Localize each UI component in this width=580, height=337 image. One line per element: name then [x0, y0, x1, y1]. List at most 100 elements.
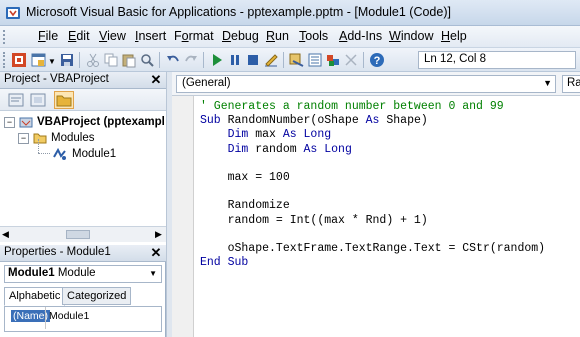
- code-line[interactable]: max = 100: [200, 171, 545, 185]
- object-selector[interactable]: Module1 Module ▼: [4, 265, 162, 283]
- tree-item-module1[interactable]: Module1: [52, 146, 116, 162]
- code-text[interactable]: ' Generates a random number between 0 an…: [200, 100, 545, 270]
- toolbar-grip[interactable]: [3, 52, 7, 68]
- procedure-combo[interactable]: Ran: [562, 75, 580, 93]
- vba-app-icon: [5, 5, 21, 21]
- scroll-left-icon[interactable]: ◀: [2, 229, 9, 240]
- project-pane-header: Project - VBAProject ✕: [0, 72, 166, 89]
- scrollbar-thumb[interactable]: [66, 230, 90, 239]
- menu-grip[interactable]: [3, 30, 7, 44]
- code-comment: ' Generates a random number between 0 an…: [200, 100, 504, 113]
- chevron-down-icon[interactable]: ▼: [149, 269, 157, 278]
- menu-view[interactable]: View: [99, 29, 126, 43]
- object-combo[interactable]: (General) ▼: [176, 75, 556, 93]
- folder-icon: [33, 133, 47, 144]
- code-token: random: [255, 142, 304, 156]
- project-explorer-icon[interactable]: [288, 51, 306, 69]
- code-keyword: As Long: [303, 142, 352, 156]
- menu-edit[interactable]: Edit: [68, 29, 90, 43]
- menu-insert[interactable]: Insert: [135, 29, 166, 43]
- design-mode-icon[interactable]: [262, 51, 280, 69]
- vba-project-icon: [19, 117, 33, 128]
- menu-help[interactable]: Help: [441, 29, 467, 43]
- tree-item-vbaproject[interactable]: − VBAProject (pptexampl: [4, 114, 165, 130]
- project-pane-title: Project - VBAProject: [4, 73, 109, 85]
- code-token: random = Int((max * Rnd) + 1): [200, 213, 428, 227]
- menu-file[interactable]: File: [38, 29, 58, 43]
- project-tree: − VBAProject (pptexampl − Modules Module…: [0, 111, 166, 226]
- code-line[interactable]: End Sub: [200, 256, 545, 270]
- toolbox-icon[interactable]: [342, 51, 360, 69]
- title-bar[interactable]: Microsoft Visual Basic for Applications …: [0, 0, 580, 26]
- scroll-right-icon[interactable]: ▶: [155, 229, 162, 240]
- code-line[interactable]: [200, 185, 545, 199]
- code-token: RandomNumber(oShape: [227, 114, 366, 128]
- menu-run[interactable]: Run: [266, 29, 289, 43]
- redo-icon[interactable]: [182, 51, 200, 69]
- tree-connector: [38, 153, 50, 154]
- code-line[interactable]: ' Generates a random number between 0 an…: [200, 100, 545, 114]
- view-host-app-icon[interactable]: [10, 51, 28, 69]
- run-icon[interactable]: [208, 51, 226, 69]
- toolbar-separator: [283, 52, 284, 68]
- menu-format[interactable]: Format: [174, 29, 214, 43]
- code-keyword: Dim: [200, 142, 256, 156]
- properties-window-icon[interactable]: [306, 51, 324, 69]
- properties-tabs: Alphabetic Categorized: [4, 287, 162, 307]
- code-line[interactable]: [200, 157, 545, 171]
- code-line[interactable]: Sub RandomNumber(oShape As Shape): [200, 114, 545, 128]
- undo-icon[interactable]: [164, 51, 182, 69]
- code-line[interactable]: Randomize: [200, 199, 545, 213]
- tree-item-label: Modules: [51, 132, 95, 144]
- close-icon[interactable]: ✕: [149, 246, 163, 260]
- code-line[interactable]: oShape.TextFrame.TextRange.Text = CStr(r…: [200, 242, 545, 256]
- property-value-cell[interactable]: Module1: [49, 310, 89, 322]
- code-token: oShape.TextFrame.TextRange.Text = CStr(r…: [200, 242, 546, 256]
- object-combo-value: (General): [182, 77, 231, 89]
- properties-pane-title: Properties - Module1: [4, 246, 111, 258]
- save-icon[interactable]: [58, 51, 76, 69]
- horizontal-scrollbar[interactable]: ◀ ▶: [0, 226, 166, 242]
- tree-connector: [38, 139, 39, 153]
- collapse-icon[interactable]: −: [18, 132, 29, 144]
- code-line[interactable]: [200, 228, 545, 242]
- tree-item-label: Module1: [72, 148, 117, 160]
- object-browser-icon[interactable]: [324, 51, 342, 69]
- tree-item-modules[interactable]: − Modules: [18, 130, 94, 146]
- chevron-down-icon[interactable]: ▼: [543, 78, 552, 88]
- close-icon[interactable]: ✕: [149, 73, 163, 87]
- project-explorer-pane: Project - VBAProject ✕ − VBAProject (ppt…: [0, 72, 166, 242]
- code-margin-indicator-bar[interactable]: [172, 96, 194, 337]
- menu-tools[interactable]: Tools: [299, 29, 328, 43]
- cut-icon[interactable]: [84, 51, 102, 69]
- code-line[interactable]: Dim random As Long: [200, 143, 545, 157]
- menu-debug[interactable]: Debug: [222, 29, 259, 43]
- find-icon[interactable]: [138, 51, 156, 69]
- view-code-icon[interactable]: [8, 92, 24, 108]
- tree-item-label: VBAProject (pptexampl: [37, 116, 165, 128]
- code-token: Randomize: [200, 199, 290, 213]
- code-keyword: As Long: [282, 128, 332, 142]
- properties-pane: Properties - Module1 ✕ Module1 Module ▼ …: [0, 245, 166, 337]
- copy-icon[interactable]: [102, 51, 120, 69]
- menu-window[interactable]: Window: [389, 29, 433, 43]
- tab-categorized[interactable]: Categorized: [62, 287, 132, 305]
- chevron-down-icon[interactable]: ▼: [48, 57, 56, 66]
- insert-module-icon[interactable]: [30, 51, 48, 69]
- menu-add-ins[interactable]: Add-Ins: [339, 29, 382, 43]
- reset-icon[interactable]: [244, 51, 262, 69]
- window-title: Microsoft Visual Basic for Applications …: [26, 5, 451, 19]
- toolbar-separator: [79, 52, 80, 68]
- code-editor[interactable]: ' Generates a random number between 0 an…: [194, 96, 580, 337]
- help-icon[interactable]: ?: [368, 51, 386, 69]
- collapse-icon[interactable]: −: [4, 116, 15, 128]
- break-icon[interactable]: [226, 51, 244, 69]
- view-object-icon[interactable]: [30, 92, 46, 108]
- code-line[interactable]: Dim max As Long: [200, 128, 545, 142]
- paste-icon[interactable]: [120, 51, 138, 69]
- code-line[interactable]: random = Int((max * Rnd) + 1): [200, 214, 545, 228]
- code-keyword: Sub: [200, 114, 228, 128]
- code-window-header: (General) ▼ Ran: [172, 72, 580, 96]
- toggle-folders-icon[interactable]: [54, 91, 74, 109]
- tab-alphabetic[interactable]: Alphabetic: [4, 287, 66, 306]
